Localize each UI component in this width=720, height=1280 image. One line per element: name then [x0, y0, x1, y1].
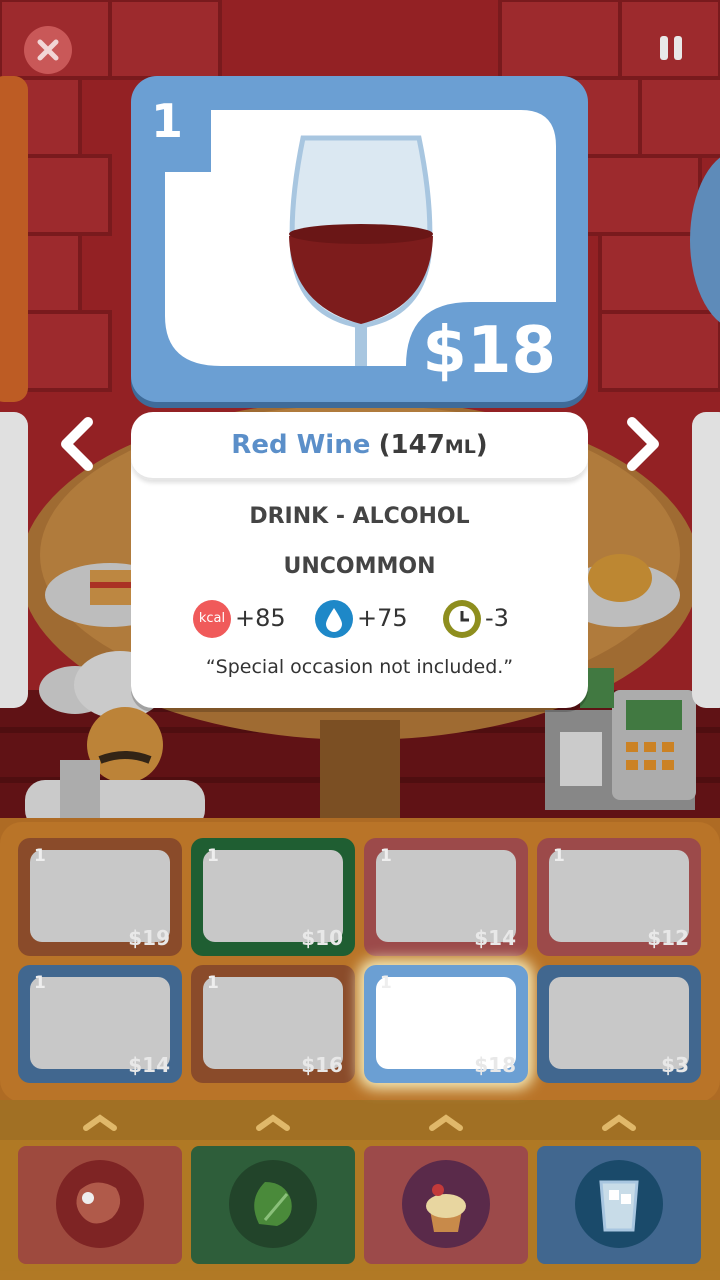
inventory-item-price: $3 — [661, 1053, 689, 1077]
inventory-item[interactable]: $3 — [537, 965, 701, 1083]
steak-icon — [76, 1182, 121, 1224]
inventory-item-price: $16 — [301, 1053, 343, 1077]
inventory-item-price: $10 — [301, 926, 343, 950]
inventory-item[interactable]: 1 $16 — [191, 965, 355, 1083]
category-drink-button[interactable] — [537, 1146, 701, 1264]
kcal-icon: kcal — [193, 600, 231, 638]
inventory-item-price: $14 — [474, 926, 516, 950]
item-category: DRINK - ALCOHOL — [249, 504, 470, 529]
water-value: +75 — [357, 604, 408, 632]
item-quote: “Special occasion not included.” — [205, 656, 514, 678]
water-drop-icon — [315, 600, 353, 638]
item-card: 1 $18 — [131, 76, 588, 402]
item-name: Red Wine — [231, 430, 371, 460]
time-stat: -3 — [443, 598, 509, 638]
item-quantity: 1 — [151, 94, 184, 148]
inventory-item[interactable]: 1 $14 — [18, 965, 182, 1083]
cupcake-icon — [426, 1184, 466, 1232]
inventory-item-quantity: 1 — [34, 973, 46, 993]
kcal-stat: kcal +85 — [193, 598, 286, 638]
close-icon — [37, 39, 59, 61]
category-vegetable-button[interactable] — [191, 1146, 355, 1264]
inventory-item-price: $19 — [128, 926, 170, 950]
inventory-item-price: $18 — [474, 1053, 516, 1077]
item-volume: (147ML) — [378, 430, 488, 460]
item-price: $18 — [422, 314, 556, 388]
previous-item-arrow[interactable] — [52, 414, 102, 474]
water-glass-icon — [599, 1180, 639, 1232]
item-info-panel: Red Wine (147ML) DRINK - ALCOHOL UNCOMMO… — [131, 412, 588, 708]
inventory-item-quantity: 1 — [553, 846, 565, 866]
close-button[interactable] — [24, 26, 72, 74]
inventory-item-quantity: 1 — [207, 973, 219, 993]
inventory-item-quantity: 1 — [207, 846, 219, 866]
inventory-item[interactable]: 1 $19 — [18, 838, 182, 956]
inventory-item-price: $12 — [647, 926, 689, 950]
inventory-item[interactable]: 1 $18 — [364, 965, 528, 1083]
wine-glass-icon — [289, 135, 433, 366]
category-meat-button[interactable] — [18, 1146, 182, 1264]
lettuce-icon — [254, 1182, 292, 1226]
inventory-item[interactable]: 1 $12 — [537, 838, 701, 956]
water-stat: +75 — [315, 598, 408, 638]
clock-icon — [443, 600, 481, 638]
inventory-item-quantity: 1 — [380, 846, 392, 866]
time-value: -3 — [485, 604, 509, 632]
inventory-item[interactable]: 1 $14 — [364, 838, 528, 956]
expand-chevrons — [83, 1114, 636, 1131]
pause-icon — [660, 36, 682, 60]
next-item-arrow[interactable] — [618, 414, 668, 474]
inventory-item-quantity: 1 — [34, 846, 46, 866]
pause-button[interactable] — [650, 30, 694, 70]
inventory-item-quantity: 1 — [380, 973, 392, 993]
item-rarity: UNCOMMON — [283, 554, 436, 579]
category-dessert-button[interactable] — [364, 1146, 528, 1264]
item-title-bar: Red Wine (147ML) — [131, 412, 588, 480]
inventory-item-price: $14 — [128, 1053, 170, 1077]
kcal-value: +85 — [235, 604, 286, 632]
inventory-item[interactable]: 1 $10 — [191, 838, 355, 956]
